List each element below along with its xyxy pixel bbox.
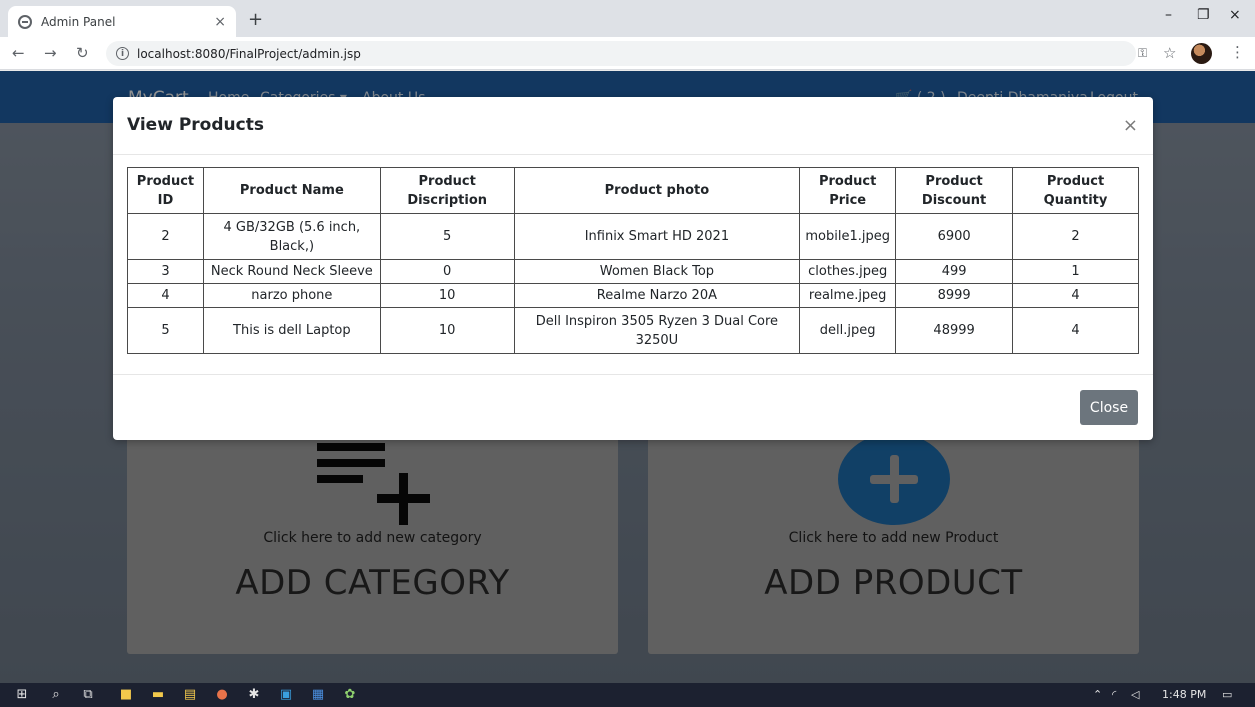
- header-product-description: Product Discription: [379, 167, 515, 214]
- profile-avatar-icon[interactable]: [1191, 43, 1212, 64]
- cell-description: 5: [379, 213, 515, 260]
- cell-quantity: 4: [1012, 307, 1139, 354]
- table-row: 5 This is dell Laptop 10 Dell Inspiron 3…: [127, 307, 1139, 354]
- chrome-icon[interactable]: ●: [214, 687, 230, 703]
- notification-icon[interactable]: ▭: [1222, 688, 1232, 701]
- close-icon[interactable]: ×: [1123, 115, 1138, 136]
- new-tab-button[interactable]: +: [248, 9, 263, 30]
- back-arrow-icon[interactable]: ←: [12, 44, 25, 62]
- cell-description: 0: [379, 259, 515, 284]
- cell-photo: Women Black Top: [513, 259, 801, 284]
- kebab-menu-icon[interactable]: ⋮: [1230, 43, 1245, 61]
- table-header-row: Product ID Product Name Product Discript…: [127, 167, 1139, 214]
- app-icon[interactable]: ▣: [278, 687, 294, 703]
- products-table: Product ID Product Name Product Discript…: [127, 167, 1139, 354]
- cell-price: clothes.jpeg: [799, 259, 897, 284]
- reload-icon[interactable]: ↻: [76, 44, 89, 62]
- info-icon[interactable]: i: [116, 47, 129, 60]
- url-text: localhost:8080/FinalProject/admin.jsp: [137, 46, 361, 61]
- cell-quantity: 4: [1012, 283, 1139, 308]
- address-bar-row: ← → ↻ i localhost:8080/FinalProject/admi…: [0, 37, 1255, 70]
- table-row: 4 narzo phone 10 Realme Narzo 20A realme…: [127, 283, 1139, 308]
- modal-body: Product ID Product Name Product Discript…: [127, 167, 1139, 354]
- cell-photo: Infinix Smart HD 2021: [513, 213, 801, 260]
- cell-name: 4 GB/32GB (5.6 inch, Black,): [202, 213, 381, 260]
- word-icon[interactable]: ▦: [310, 687, 326, 703]
- cell-id: 2: [127, 213, 204, 260]
- cell-discount: 48999: [895, 307, 1014, 354]
- store-icon[interactable]: ■: [118, 687, 134, 703]
- globe-icon: [18, 14, 32, 29]
- cell-name: This is dell Laptop: [202, 307, 381, 354]
- modal-footer: Close: [113, 374, 1153, 440]
- cell-discount: 6900: [895, 213, 1014, 260]
- windows-start-icon[interactable]: ⊞: [14, 687, 30, 703]
- header-product-photo: Product photo: [513, 167, 801, 214]
- url-field[interactable]: i localhost:8080/FinalProject/admin.jsp: [106, 41, 1136, 66]
- maximize-button[interactable]: ❐: [1197, 7, 1210, 23]
- cell-discount: 499: [895, 259, 1014, 284]
- header-product-discount: Product Discount: [895, 167, 1014, 214]
- header-product-price: Product Price: [799, 167, 897, 214]
- cell-price: dell.jpeg: [799, 307, 897, 354]
- modal-header: View Products ×: [113, 97, 1153, 155]
- cell-quantity: 2: [1012, 213, 1139, 260]
- search-icon[interactable]: ⌕: [48, 687, 64, 703]
- key-icon[interactable]: ⚿: [1138, 46, 1147, 61]
- header-product-quantity: Product Quantity: [1012, 167, 1139, 214]
- close-button[interactable]: Close: [1080, 390, 1138, 425]
- cell-name: Neck Round Neck Sleeve: [202, 259, 381, 284]
- header-product-id: Product ID: [127, 167, 204, 214]
- tab-title: Admin Panel: [41, 14, 116, 29]
- notepad-icon[interactable]: ▤: [182, 687, 198, 703]
- task-view-icon[interactable]: ⧉: [80, 687, 96, 703]
- cell-price: realme.jpeg: [799, 283, 897, 308]
- star-icon[interactable]: ☆: [1163, 44, 1176, 62]
- paint-icon[interactable]: ✿: [342, 687, 358, 703]
- window-close-button[interactable]: ×: [1229, 7, 1241, 23]
- browser-tab-bar: Admin Panel × + – ❐ ×: [0, 0, 1255, 37]
- cell-name: narzo phone: [202, 283, 381, 308]
- minimize-button[interactable]: –: [1165, 7, 1172, 23]
- tab-close-icon[interactable]: ×: [214, 14, 226, 30]
- settings-icon[interactable]: ✱: [246, 687, 262, 703]
- cell-photo: Realme Narzo 20A: [513, 283, 801, 308]
- modal-title: View Products: [127, 115, 264, 135]
- volume-icon[interactable]: ◁: [1131, 688, 1139, 701]
- cell-id: 4: [127, 283, 204, 308]
- cell-description: 10: [379, 307, 515, 354]
- view-products-modal: View Products × Product ID Product Name …: [113, 97, 1153, 440]
- browser-tab[interactable]: Admin Panel ×: [8, 6, 236, 37]
- clock-time[interactable]: 1:48 PM: [1162, 688, 1206, 701]
- file-explorer-icon[interactable]: ▬: [150, 687, 166, 703]
- cell-id: 5: [127, 307, 204, 354]
- table-row: 2 4 GB/32GB (5.6 inch, Black,) 5 Infinix…: [127, 213, 1139, 260]
- cell-photo: Dell Inspiron 3505 Ryzen 3 Dual Core 325…: [513, 307, 801, 354]
- taskbar: ⊞ ⌕ ⧉ ■ ▬ ▤ ● ✱ ▣ ▦ ✿ ⌃ ◜ ◁ 1:48 PM ▭: [0, 683, 1255, 707]
- tray-chevron-icon[interactable]: ⌃: [1093, 688, 1102, 701]
- cell-discount: 8999: [895, 283, 1014, 308]
- cell-description: 10: [379, 283, 515, 308]
- table-row: 3 Neck Round Neck Sleeve 0 Women Black T…: [127, 259, 1139, 284]
- cell-quantity: 1: [1012, 259, 1139, 284]
- cell-id: 3: [127, 259, 204, 284]
- forward-arrow-icon[interactable]: →: [44, 44, 57, 62]
- cell-price: mobile1.jpeg: [799, 213, 897, 260]
- header-product-name: Product Name: [202, 167, 381, 214]
- network-icon[interactable]: ◜: [1112, 688, 1116, 701]
